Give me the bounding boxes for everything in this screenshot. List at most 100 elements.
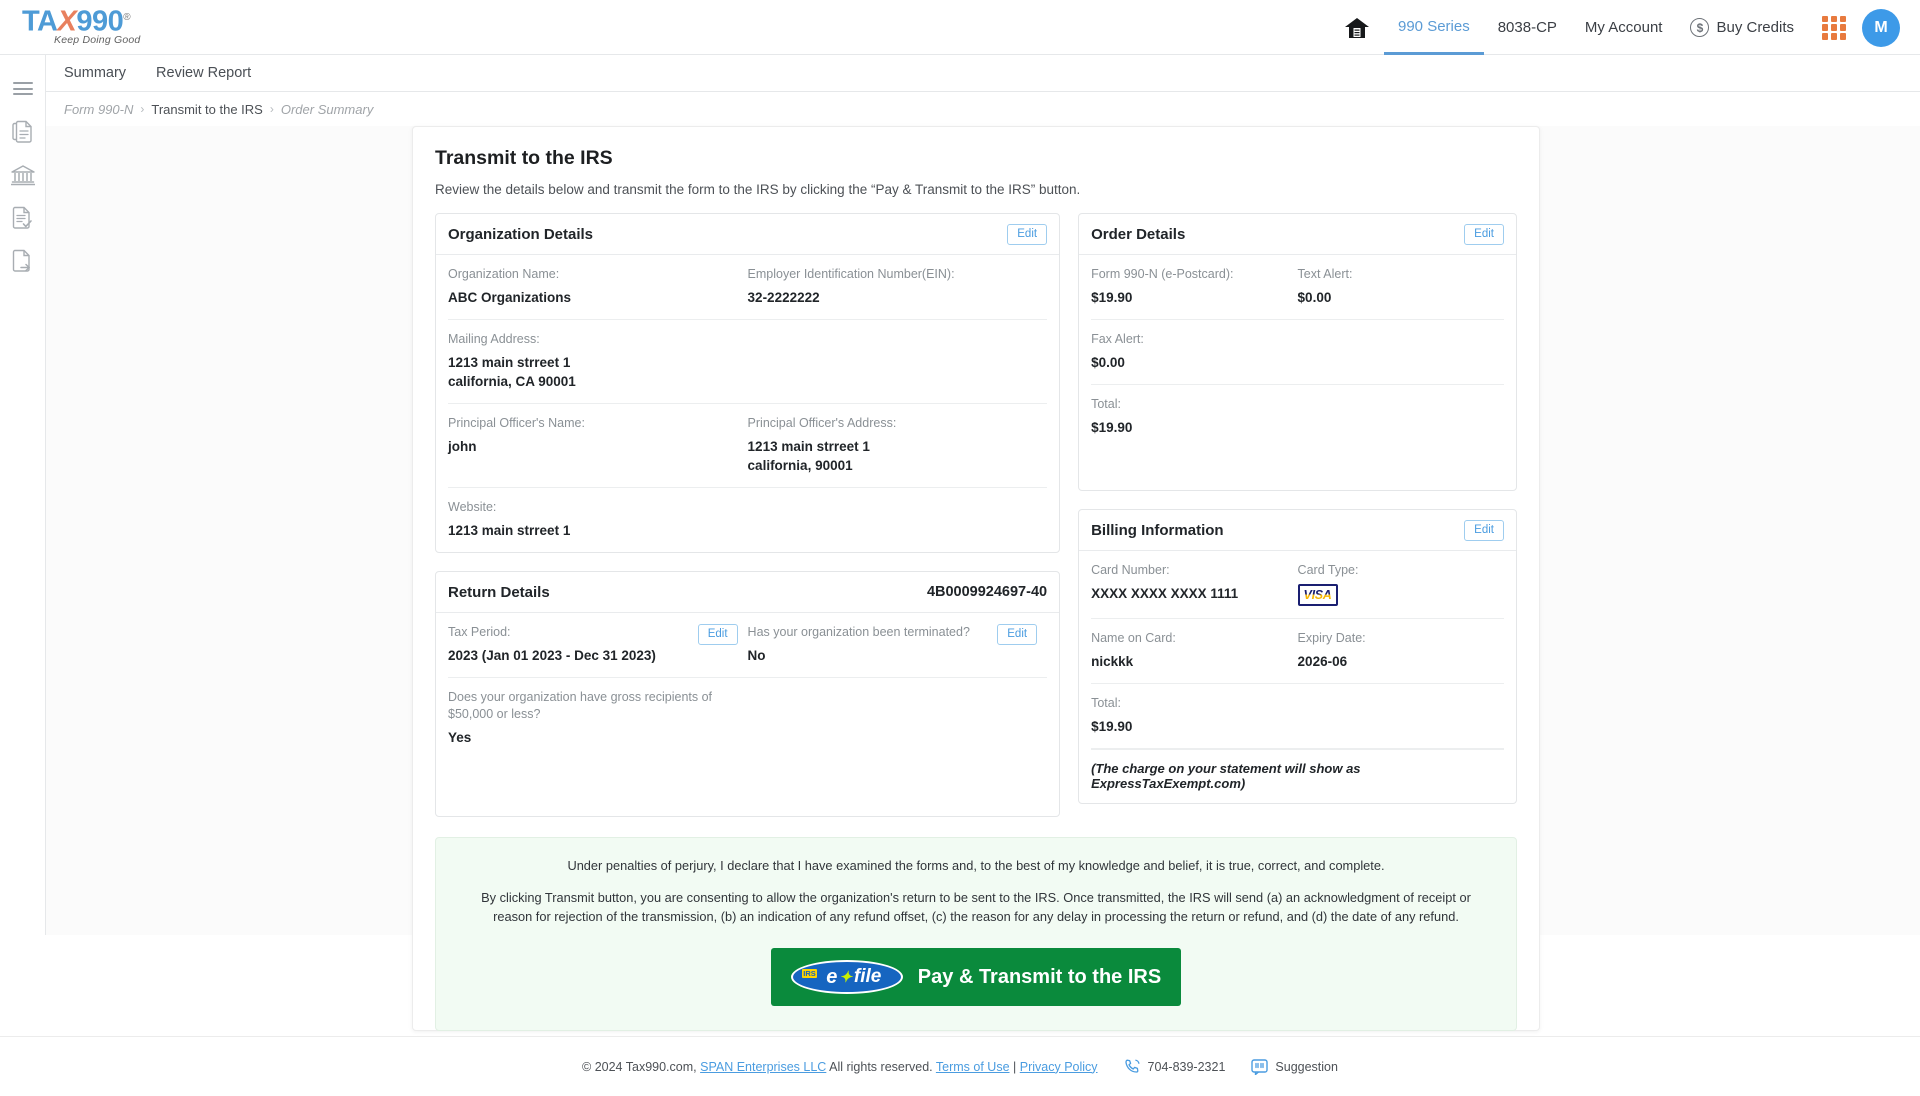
order-details-header: Order Details Edit — [1079, 214, 1516, 255]
home-icon[interactable] — [1330, 0, 1384, 55]
return-gross-receipts-cell: Does your organization have gross recipi… — [448, 689, 748, 747]
billing-name-cell: Name on Card: nickkk — [1091, 630, 1297, 671]
breadcrumb-item-order-summary: Order Summary — [280, 101, 374, 117]
footer-suggestion-label: Suggestion — [1275, 1059, 1338, 1074]
order-details-panel: Order Details Edit Form 990-N (e-Postcar… — [1078, 213, 1517, 491]
consent-transmit-text: By clicking Transmit button, you are con… — [481, 890, 1471, 924]
billing-total-spacer — [1298, 695, 1504, 736]
edit-tax-period-button[interactable]: Edit — [697, 624, 738, 645]
organization-name-value: ABC Organizations — [448, 290, 572, 305]
order-fax-alert-value: $0.00 — [1091, 355, 1125, 370]
organization-ein-value: 32-2222222 — [747, 290, 820, 305]
phone-icon — [1124, 1059, 1140, 1073]
breadcrumb-item-transmit-to-the-irs[interactable]: Transmit to the IRS — [151, 102, 263, 117]
edit-organization-details-button[interactable]: Edit — [1007, 223, 1048, 245]
footer-terms-link[interactable]: Terms of Use — [936, 1060, 1010, 1074]
billing-card-number-label: Card Number: — [1091, 563, 1170, 577]
organization-details-header: Organization Details Edit — [436, 214, 1060, 255]
organization-mailing-address-cell: Mailing Address: 1213 main strreet 1 cal… — [448, 331, 748, 391]
footer: © 2024 Tax990.com, SPAN Enterprises LLC … — [0, 1036, 1920, 1096]
organization-website-label: Website: — [448, 500, 497, 514]
organization-mailing-address-line1: 1213 main strreet 1 — [448, 355, 571, 370]
return-gross-receipts-value: Yes — [448, 730, 472, 745]
breadcrumb: Form 990-N › Transmit to the IRS › Order… — [46, 92, 1920, 126]
rail-item-documents[interactable] — [2, 110, 44, 153]
pay-and-transmit-button[interactable]: IRS e ✦ file Pay & Transmit to the IRS — [771, 948, 1181, 1006]
document-check-icon — [12, 206, 32, 229]
irs-badge-label: IRS — [801, 969, 818, 978]
topnav-item-990-series[interactable]: 990 Series — [1384, 0, 1484, 55]
top-navigation: 990 Series 8038-CP My Account $ Buy Cred… — [1330, 0, 1920, 55]
footer-company-link[interactable]: SPAN Enterprises LLC — [700, 1060, 826, 1074]
irs-efile-logo-icon: IRS e ✦ file — [790, 960, 903, 994]
billing-card-type-cell: Card Type: VISA — [1297, 562, 1504, 606]
app-logo[interactable]: TAX990® Keep Doing Good — [22, 2, 157, 52]
order-text-alert-value: $0.00 — [1297, 290, 1332, 305]
footer-legal: © 2024 Tax990.com, SPAN Enterprises LLC … — [582, 1060, 1098, 1074]
efile-file-glyph: file — [853, 966, 882, 987]
billing-information-body: Card Number: XXXX XXXX XXXX 1111 Card Ty… — [1079, 551, 1516, 803]
organization-details-title: Organization Details — [448, 225, 594, 243]
footer-privacy-link[interactable]: Privacy Policy — [1020, 1060, 1098, 1074]
return-tax-period-value: 2023 (Jan 01 2023 - Dec 31 2023) — [448, 648, 656, 663]
organization-name-cell: Organization Name: ABC Organizations — [448, 266, 748, 307]
rail-item-document-check[interactable] — [2, 196, 44, 239]
consent-perjury-text: Under penalties of perjury, I declare th… — [567, 858, 1385, 873]
organization-row-website: Website: 1213 main strreet 1 — [448, 488, 1047, 552]
left-rail — [0, 55, 46, 935]
billing-card-number-cell: Card Number: XXXX XXXX XXXX 1111 — [1091, 562, 1297, 606]
efile-e-glyph: e — [826, 965, 838, 988]
order-row-fax-alert: Fax Alert: $0.00 — [1091, 320, 1504, 385]
organization-officer-address-label: Principal Officer's Address: — [747, 416, 897, 430]
tab-review-report[interactable]: Review Report — [156, 65, 251, 81]
return-details-body: Tax Period: Edit 2023 (Jan 01 2023 - Dec… — [436, 613, 1059, 759]
return-tax-period-label: Tax Period: — [448, 625, 511, 639]
billing-total-label: Total: — [1091, 696, 1121, 710]
organization-officer-address-line1: 1213 main strreet 1 — [747, 439, 870, 454]
topnav-item-8038-cp[interactable]: 8038-CP — [1484, 0, 1571, 55]
billing-expiry-label: Expiry Date: — [1297, 631, 1366, 645]
rail-item-document-export[interactable] — [2, 239, 44, 282]
logo-990: 990 — [76, 5, 124, 38]
topnav-item-my-account[interactable]: My Account — [1571, 0, 1677, 55]
hamburger-icon — [12, 79, 33, 99]
edit-terminated-button[interactable]: Edit — [997, 624, 1038, 645]
organization-row-name-ein: Organization Name: ABC Organizations Emp… — [448, 255, 1048, 320]
breadcrumb-item-form-990n[interactable]: Form 990-N — [64, 102, 133, 117]
logo-x: X — [57, 5, 77, 38]
page-title: Transmit to the IRS — [435, 147, 613, 169]
billing-row-name-expiry: Name on Card: nickkk Expiry Date: 2026-0… — [1091, 619, 1504, 684]
footer-copyright: © 2024 Tax990.com, — [582, 1059, 697, 1074]
breadcrumb-separator-icon: › — [140, 102, 145, 116]
return-terminated-label-row: Has your organization been terminated? E… — [748, 624, 1038, 646]
order-details-title: Order Details — [1091, 225, 1186, 243]
apps-grid-icon[interactable] — [1822, 15, 1846, 40]
return-gross-receipts-spacer — [748, 689, 1048, 747]
organization-mailing-address-label: Mailing Address: — [448, 332, 540, 346]
order-fax-alert-spacer — [1298, 331, 1504, 372]
billing-name-label: Name on Card: — [1091, 631, 1176, 645]
order-total-cell: Total: $19.90 — [1091, 396, 1297, 437]
organization-row-officer: Principal Officer's Name: john Principal… — [448, 404, 1048, 488]
menu-toggle-button[interactable] — [2, 67, 44, 110]
organization-mailing-address-spacer — [748, 331, 1048, 391]
footer-phone[interactable]: 704-839-2321 — [1124, 1058, 1225, 1075]
order-row-form-text-alert: Form 990-N (e-Postcard): $19.90 Text Ale… — [1091, 255, 1504, 320]
footer-divider: | — [1013, 1059, 1017, 1074]
return-gross-receipts-label: Does your organization have gross recipi… — [448, 690, 713, 721]
order-form-cell: Form 990-N (e-Postcard): $19.90 — [1091, 266, 1297, 307]
organization-row-mailing-address: Mailing Address: 1213 main strreet 1 cal… — [448, 320, 1048, 404]
return-tax-period-cell: Tax Period: Edit 2023 (Jan 01 2023 - Dec… — [448, 624, 748, 665]
organization-details-panel: Organization Details Edit Organization N… — [435, 213, 1061, 553]
edit-order-details-button[interactable]: Edit — [1464, 223, 1504, 245]
billing-information-panel: Billing Information Edit Card Number: XX… — [1078, 509, 1517, 804]
avatar[interactable]: M — [1862, 8, 1900, 47]
footer-suggestion[interactable]: Suggestion — [1251, 1058, 1338, 1075]
edit-billing-information-button[interactable]: Edit — [1464, 519, 1504, 541]
order-fax-alert-label: Fax Alert: — [1091, 332, 1144, 346]
return-terminated-label: Has your organization been terminated? — [747, 625, 970, 639]
suggestion-icon — [1251, 1058, 1269, 1075]
buy-credits-button[interactable]: $ Buy Credits — [1676, 0, 1808, 55]
rail-item-bank[interactable] — [2, 153, 44, 196]
tab-summary[interactable]: Summary — [64, 65, 126, 81]
